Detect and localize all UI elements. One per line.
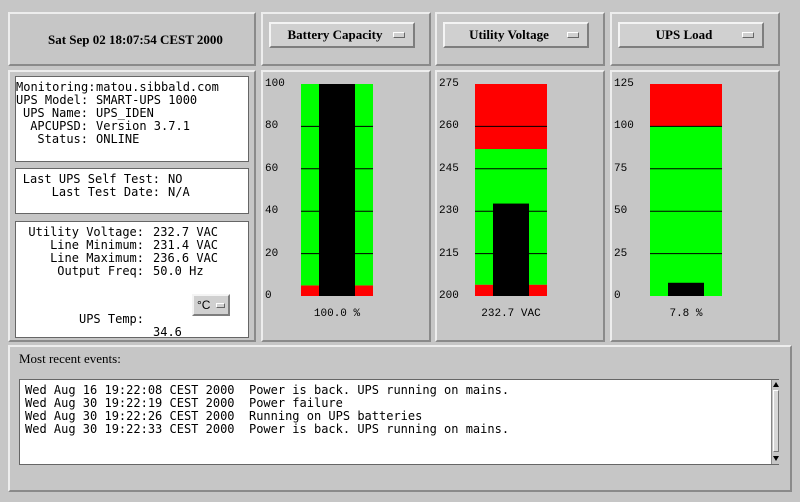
ups-load-gauge: [650, 84, 722, 297]
scroll-down-icon[interactable]: [773, 456, 779, 461]
event-line: Wed Aug 30 19:22:33 CEST 2000 Power is b…: [25, 422, 510, 436]
axis-tick-label: 100: [265, 78, 285, 90]
current-date: Sat Sep 02 18:07:54 CEST 2000: [48, 32, 223, 47]
utility-voltage-select-button[interactable]: Utility Voltage: [443, 22, 589, 48]
battery-capacity-title: Battery Capacity: [287, 27, 383, 42]
axis-tick-label: 245: [439, 162, 459, 175]
axis-tick-label: 200: [439, 290, 459, 302]
ups-load-header-panel: UPS Load: [610, 12, 780, 66]
temp-unit-value: °C: [197, 298, 211, 312]
info-key: Status:: [37, 132, 88, 146]
voltage-key: Output Freq:: [57, 264, 144, 278]
axis-tick-label: 25: [614, 247, 628, 260]
utility-voltage-gauge-panel: 275 260 245 230 215 200 232.7 VAC: [435, 70, 605, 342]
selftest-value: N/A: [168, 185, 190, 199]
battery-capacity-value: 100.0 %: [313, 308, 361, 320]
dropdown-indicator-icon: [216, 303, 225, 308]
gauge-value-bar: [319, 84, 355, 296]
utility-voltage-gauge: [475, 84, 547, 296]
battery-capacity-header-panel: Battery Capacity: [261, 12, 431, 66]
axis-tick-label: 60: [265, 162, 279, 175]
voltage-row: Output Freq: 50.0 Hz: [16, 265, 248, 278]
temp-unit-select[interactable]: °C: [192, 294, 230, 316]
axis-tick-label: 0: [265, 290, 272, 302]
axis-tick-label: 50: [614, 205, 628, 218]
ups-temp-label: UPS Temp:: [78, 312, 144, 326]
gauge-value-bar: [668, 282, 704, 296]
battery-capacity-gauge: [301, 84, 373, 296]
dropdown-indicator-icon: [393, 32, 405, 38]
events-title: Most recent events:: [19, 351, 121, 366]
self-test-box: Last UPS Self Test: NO Last Test Date: N/A: [15, 168, 249, 214]
ups-info-box: Monitoring: matou.sibbald.com UPS Model: SM…: [15, 76, 249, 162]
ups-load-value: 7.8 %: [669, 308, 703, 320]
scroll-up-icon[interactable]: [773, 382, 779, 387]
gauge-zone: [650, 84, 722, 127]
info-value: ONLINE: [96, 132, 140, 146]
info-column: Monitoring: matou.sibbald.com UPS Model: SM…: [8, 70, 256, 342]
dropdown-indicator-icon: [742, 32, 754, 38]
ups-load-select-button[interactable]: UPS Load: [618, 22, 764, 48]
axis-tick-label: 215: [439, 247, 459, 260]
ups-temp-value: 34.6: [153, 325, 182, 339]
axis-tick-label: 125: [614, 78, 634, 90]
info-row: Status: ONLINE: [16, 133, 248, 146]
voltage-value: 50.0 Hz: [153, 264, 204, 278]
events-log[interactable]: Wed Aug 16 19:22:08 CEST 2000 Power is b…: [19, 379, 780, 465]
ups-load-gauge-panel: 125 100 75 50 25 0 7.8 %: [610, 70, 780, 342]
date-panel: Sat Sep 02 18:07:54 CEST 2000: [8, 12, 256, 66]
voltage-box: Utility Voltage: 232.7 VAC Line Minimum: 23…: [15, 221, 249, 339]
selftest-row: Last Test Date: N/A: [16, 186, 248, 199]
axis-tick-label: 80: [265, 120, 279, 133]
events-scrollbar[interactable]: [771, 380, 780, 464]
axis-tick-label: 40: [265, 205, 279, 218]
axis-tick-label: 75: [614, 162, 628, 175]
scroll-thumb[interactable]: [773, 390, 779, 452]
utility-voltage-title: Utility Voltage: [469, 27, 549, 42]
gauge-zone: [475, 84, 547, 150]
dropdown-indicator-icon: [567, 32, 579, 38]
battery-capacity-gauge-panel: 100 80 60 40 20 0 100.0 %: [261, 70, 431, 342]
utility-voltage-value: 232.7 VAC: [481, 308, 541, 320]
events-panel: Most recent events: Wed Aug 16 19:22:08 …: [8, 345, 792, 492]
axis-tick-label: 275: [439, 78, 459, 90]
axis-tick-label: 20: [265, 247, 279, 260]
battery-capacity-select-button[interactable]: Battery Capacity: [269, 22, 415, 48]
axis-tick-label: 260: [439, 120, 459, 133]
gauge-value-bar: [493, 203, 529, 296]
utility-voltage-header-panel: Utility Voltage: [435, 12, 605, 66]
axis-tick-label: 100: [614, 120, 634, 133]
axis-tick-label: 0: [614, 290, 621, 302]
ups-load-title: UPS Load: [655, 27, 713, 42]
axis-tick-label: 230: [439, 205, 459, 218]
selftest-key: Last Test Date:: [51, 185, 160, 199]
